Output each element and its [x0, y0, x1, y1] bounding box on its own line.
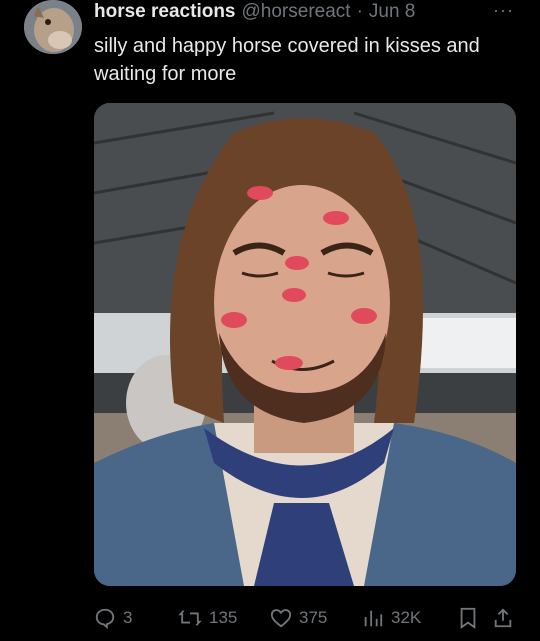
tweet-date[interactable]: Jun 8 [369, 1, 415, 23]
kisses-drawing-image [94, 103, 516, 586]
views-button[interactable]: 32K [362, 607, 458, 629]
views-chart-icon [364, 610, 383, 627]
bookmark-icon [460, 607, 476, 629]
bookmark-button[interactable] [458, 607, 492, 629]
like-count: 375 [299, 608, 328, 627]
retweet-icon [178, 610, 202, 626]
retweet-count: 135 [209, 608, 238, 627]
avatar[interactable] [24, 0, 82, 54]
reply-button[interactable]: 3 [94, 607, 178, 629]
like-button[interactable]: 375 [270, 607, 362, 629]
share-button[interactable] [492, 607, 514, 629]
tweet-text: silly and happy horse covered in kisses … [94, 35, 480, 85]
share-icon [494, 608, 512, 628]
views-count: 32K [391, 608, 422, 627]
reply-icon [95, 608, 115, 629]
tweet-action-bar: 3 135 375 32K [94, 598, 520, 638]
heart-icon [270, 609, 292, 628]
horse-avatar-icon [24, 0, 82, 54]
user-handle[interactable]: @horsereact [242, 1, 351, 23]
tweet-header: horse reactions @horsereact · Jun 8 [94, 0, 415, 24]
display-name[interactable]: horse reactions [94, 1, 236, 23]
more-options-icon[interactable]: ··· [493, 0, 514, 20]
reply-count: 3 [123, 608, 133, 627]
retweet-button[interactable]: 135 [178, 607, 270, 629]
tweet-media-image[interactable] [94, 103, 516, 586]
separator-dot: · [356, 1, 363, 22]
